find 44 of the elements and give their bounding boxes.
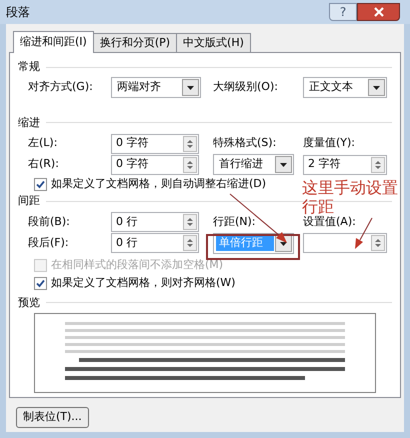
field-label: 右(R): bbox=[28, 156, 59, 172]
checkbox-label: 在相同样式的段落间不添加空格(M) bbox=[51, 257, 224, 274]
right-indent-spinner[interactable]: 0 字符 bbox=[111, 154, 199, 174]
special-indent-dropdown[interactable]: 首行缩进 bbox=[213, 154, 294, 175]
outline-level-dropdown[interactable]: 正文文本 bbox=[303, 76, 387, 98]
indent-by-spinner[interactable]: 2 字符 bbox=[303, 154, 387, 174]
field-label: 大纲级别(O): bbox=[213, 78, 278, 95]
spin-arrows-icon bbox=[371, 156, 385, 172]
spin-arrows-icon bbox=[183, 214, 197, 230]
section-heading: 缩进 bbox=[18, 114, 40, 130]
close-icon bbox=[374, 7, 384, 17]
spin-arrows-icon bbox=[183, 136, 197, 152]
field-label: 段前(B): bbox=[28, 214, 70, 230]
spin-arrows-icon bbox=[371, 235, 385, 251]
close-button[interactable] bbox=[357, 3, 400, 21]
field-label: 对齐方式(G): bbox=[28, 78, 93, 95]
left-indent-spinner[interactable]: 0 字符 bbox=[111, 134, 199, 154]
spin-arrows-icon bbox=[183, 156, 197, 172]
checkbox[interactable] bbox=[34, 178, 47, 190]
field-label: 行距(N): bbox=[213, 214, 256, 230]
field-label: 左(L): bbox=[28, 135, 58, 152]
checkbox-label: 如果定义了文档网格，则自动调整右缩进(D) bbox=[51, 176, 266, 192]
spin-arrows-icon bbox=[183, 235, 197, 251]
window-title: 段落 bbox=[6, 4, 31, 21]
section-heading: 间距 bbox=[18, 193, 40, 209]
tab[interactable]: 中文版式(H) bbox=[176, 33, 251, 52]
checkbox-label: 如果定义了文档网格，则对齐网格(W) bbox=[51, 275, 236, 292]
arrow bbox=[355, 218, 372, 249]
tab[interactable]: 缩进和间距(I) bbox=[13, 31, 94, 53]
field-label: 特殊格式(S): bbox=[213, 135, 276, 152]
field-label: 度量值(Y): bbox=[303, 135, 356, 152]
line-spacing-value-spinner[interactable] bbox=[303, 233, 387, 253]
tab-stops-button[interactable]: 制表位(T)... bbox=[16, 407, 89, 428]
field-label: 设置值(A): bbox=[303, 214, 356, 230]
annotation-text: 这里手动设置行距 bbox=[302, 178, 399, 216]
field-label: 段后(F): bbox=[28, 234, 69, 251]
alignment-dropdown[interactable]: 两端对齐 bbox=[111, 76, 201, 98]
checkbox[interactable] bbox=[34, 277, 47, 290]
space-before-spinner[interactable]: 0 行 bbox=[111, 212, 199, 232]
section-heading: 预览 bbox=[18, 294, 40, 310]
help-button[interactable]: ? bbox=[329, 3, 357, 21]
section-heading: 常规 bbox=[18, 59, 40, 75]
tab[interactable]: 换行和分页(P) bbox=[92, 33, 178, 52]
space-after-spinner[interactable]: 0 行 bbox=[111, 233, 199, 253]
